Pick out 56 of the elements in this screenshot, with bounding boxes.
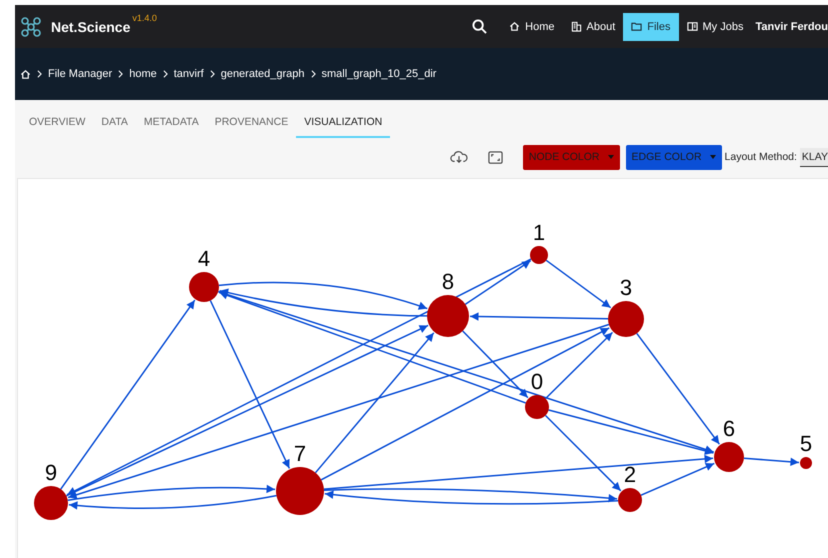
tab[interactable]: OVERVIEW: [21, 108, 94, 138]
nav-link[interactable]: Home: [501, 12, 563, 40]
breadcrumb-link[interactable]: File Manager: [48, 68, 112, 80]
tab[interactable]: DATA: [93, 108, 136, 138]
logo-icon: [19, 14, 43, 38]
node-label: 0: [530, 369, 544, 394]
node-label: 2: [624, 462, 636, 487]
breadcrumb-link[interactable]: tanvirf: [174, 68, 204, 80]
graph-node[interactable]: [189, 272, 219, 302]
graph-node[interactable]: [525, 395, 549, 419]
node-label: 7: [294, 441, 306, 466]
home-icon[interactable]: [20, 68, 31, 80]
graph-node[interactable]: [618, 488, 642, 512]
node-label: 3: [620, 275, 632, 300]
user-name[interactable]: Tanvir Ferdou: [755, 20, 828, 32]
graph-edge: [744, 457, 800, 466]
breadcrumb-link[interactable]: generated_graph: [220, 68, 304, 80]
chevron-icon: [162, 70, 168, 78]
node-label: 9: [44, 460, 58, 485]
tab[interactable]: PROVENANCE: [206, 108, 296, 138]
breadcrumb-link[interactable]: home: [129, 68, 157, 80]
chevron-icon: [37, 70, 42, 78]
node-label: 4: [198, 246, 210, 271]
nav-link[interactable]: About: [562, 12, 624, 40]
tab[interactable]: VISUALIZATION: [296, 108, 390, 138]
graph-node[interactable]: [800, 457, 812, 469]
chevron-icon: [210, 70, 215, 78]
nav-link[interactable]: Files: [623, 12, 678, 40]
nav-link[interactable]: My Jobs: [678, 12, 752, 40]
node-label: 8: [442, 269, 454, 294]
tab[interactable]: METADATA: [136, 108, 207, 138]
graph-node[interactable]: [530, 246, 548, 264]
search-icon[interactable]: [472, 19, 488, 34]
fullscreen-icon[interactable]: [488, 150, 503, 164]
layout-method-label: Layout Method:: [724, 151, 797, 163]
graph-node[interactable]: [714, 442, 744, 472]
breadcrumb-link[interactable]: small_graph_10_25_dir: [322, 68, 436, 80]
caret-icon: [710, 155, 716, 159]
layout-method-select[interactable]: KLAY: [800, 148, 828, 166]
graph-node[interactable]: [34, 486, 68, 520]
node-label: 6: [722, 416, 736, 441]
panel-icon: [686, 21, 698, 32]
app-name[interactable]: Net.Science: [51, 18, 130, 34]
chevron-icon: [118, 70, 124, 78]
building-icon: [570, 21, 582, 32]
cloud-download-icon[interactable]: [450, 150, 468, 164]
node-label: 1: [532, 220, 546, 245]
graph-node[interactable]: [427, 295, 469, 337]
folder-icon: [631, 21, 642, 32]
chevron-icon: [310, 70, 316, 78]
graph-node[interactable]: [276, 467, 324, 515]
graph-node[interactable]: [608, 301, 644, 337]
app-version: v1.4.0: [132, 13, 157, 23]
node-label: 5: [800, 431, 812, 456]
caret-icon: [608, 155, 614, 159]
home-icon: [509, 21, 520, 32]
